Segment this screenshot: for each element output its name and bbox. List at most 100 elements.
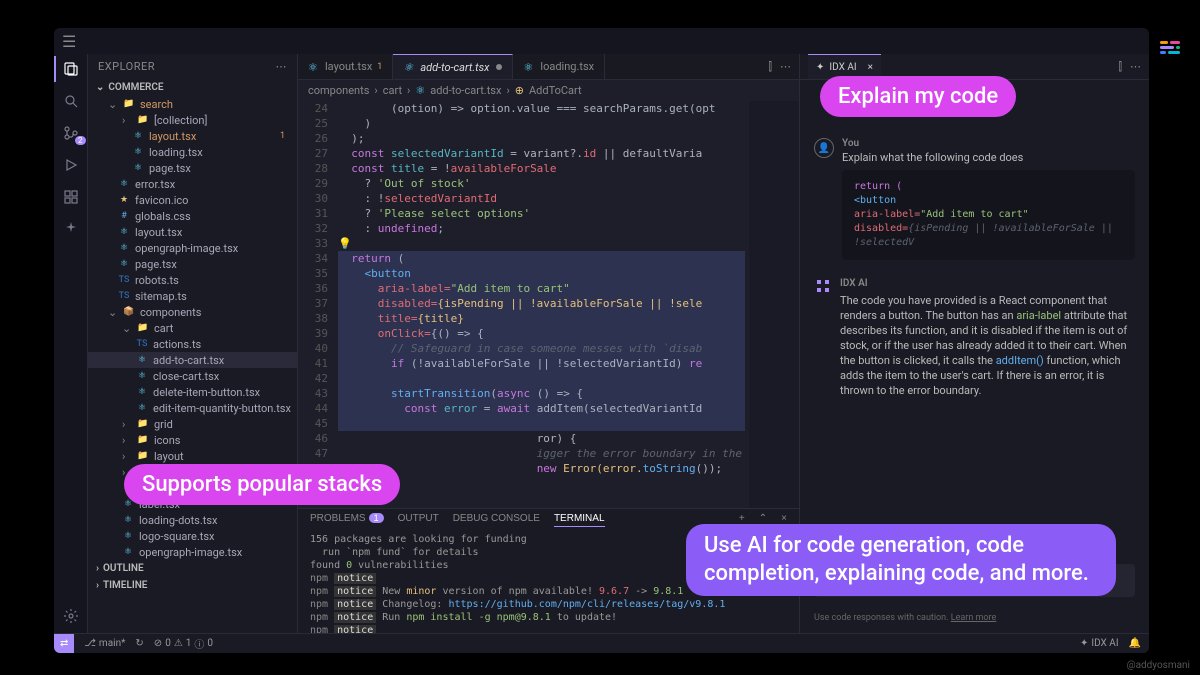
sparkle-icon: ✦ [816,62,824,73]
callout-stacks: Supports popular stacks [124,464,400,505]
titlebar: ☰ [54,28,1149,54]
file-page-tsx-2[interactable]: ⚛page.tsx [88,256,297,272]
react-icon: ⚛ [136,354,148,366]
file-close-cart[interactable]: ⚛close-cart.tsx [88,368,297,384]
file-loading-tsx[interactable]: ⚛loading.tsx [88,144,297,160]
file-tree: ⌄COMMERCE ⌄📁search ›📁[collection] ⚛layou… [88,79,297,633]
outline-section[interactable]: ›OUTLINE [88,560,297,577]
ai-user-label: You [842,138,1135,149]
folder-components[interactable]: ⌄📦components [88,304,297,320]
file-edit-item[interactable]: ⚛edit-item-quantity-button.tsx [88,400,297,416]
folder-search[interactable]: ⌄📁search [88,96,297,112]
folder-icon: 📦 [123,306,135,318]
ts-icon: TS [118,290,130,302]
file-loading-dots[interactable]: ⚛loading-dots.tsx [88,512,297,528]
layout-icon[interactable]: ⫿ [1118,60,1122,74]
react-icon: ⚛ [122,530,134,542]
explorer-icon[interactable] [62,60,80,78]
file-add-to-cart[interactable]: ⚛add-to-cart.tsx [88,352,297,368]
notifications-icon[interactable]: 🔔 [1129,638,1141,649]
folder-grid[interactable]: ›📁grid [88,416,297,432]
explorer-title: EXPLORER [98,60,155,73]
code-editor[interactable]: 2425262728293031323334353637383940414243… [298,101,799,508]
react-icon: ⚛ [132,130,144,142]
idx-ai-status[interactable]: ✦ IDX AI [1080,638,1119,649]
react-icon: ⚛ [136,386,148,398]
source-control-icon[interactable]: 2 [62,124,80,142]
react-icon: ⚛ [523,61,535,73]
more-icon[interactable]: ⋯ [1130,60,1141,73]
editor-tabs: ⚛layout.tsx1 ⚛add-to-cart.tsx ⚛loading.t… [298,54,799,80]
folder-layout[interactable]: ›📁layout [88,448,297,464]
sync-button[interactable]: ↻ [135,638,143,649]
react-icon: ⚛ [122,514,134,526]
callout-ai: Use AI for code generation, code complet… [686,524,1116,596]
tab-loading[interactable]: ⚛loading.tsx [513,54,605,79]
ai-icon[interactable] [62,220,80,238]
folder-icon: 📁 [123,98,135,110]
extensions-icon[interactable] [62,188,80,206]
file-layout-tsx[interactable]: ⚛layout.tsx1 [88,128,297,144]
line-gutter: 2425262728293031323334353637383940414243… [298,101,338,508]
debug-icon[interactable] [62,156,80,174]
remote-indicator[interactable]: ⇄ [54,634,74,653]
file-page-tsx[interactable]: ⚛page.tsx [88,160,297,176]
tab-problems[interactable]: PROBLEMS1 [310,513,384,527]
react-icon: ⚛ [118,226,130,238]
timeline-section[interactable]: ›TIMELINE [88,577,297,594]
ai-caution: Use code responses with caution. Learn m… [814,613,1135,623]
file-sitemap[interactable]: TSsitemap.ts [88,288,297,304]
user-avatar-icon: 👤 [814,138,834,158]
activity-bar: 2 [54,54,88,633]
settings-icon[interactable] [62,607,80,625]
problems-status[interactable]: ⊘ 0 ⚠ 1 ⓘ 0 [154,636,213,651]
tab-terminal[interactable]: TERMINAL [554,513,605,527]
code-content[interactable]: (option) => option.value === searchParam… [338,101,745,508]
tab-layout[interactable]: ⚛layout.tsx1 [298,54,393,79]
ai-code-block: return ( <button aria-label="Add item to… [842,170,1135,260]
ts-icon: TS [118,274,130,286]
folder-cart[interactable]: ⌄📁cart [88,320,297,336]
tab-output[interactable]: OUTPUT [398,513,439,527]
bot-icon [814,276,832,296]
sidebar-header: EXPLORER ⋯ [88,54,297,79]
close-icon[interactable]: × [868,62,873,73]
folder-icon: 📁 [137,114,149,126]
file-layout-tsx-2[interactable]: ⚛layout.tsx [88,224,297,240]
search-icon[interactable] [62,92,80,110]
file-globals-css[interactable]: #globals.css [88,208,297,224]
git-branch[interactable]: ⎇ main* [84,638,125,649]
file-og-image[interactable]: ⚛opengraph-image.tsx [88,240,297,256]
file-favicon[interactable]: ★favicon.ico [88,192,297,208]
file-og-image-2[interactable]: ⚛opengraph-image.tsx [88,544,297,560]
file-logo-square[interactable]: ⚛logo-square.tsx [88,528,297,544]
menu-icon[interactable]: ☰ [62,32,76,51]
more-icon[interactable]: ⋯ [780,60,791,73]
file-error-tsx[interactable]: ⚛error.tsx [88,176,297,192]
react-icon: ⚛ [132,162,144,174]
tab-add-to-cart[interactable]: ⚛add-to-cart.tsx [393,54,513,79]
file-robots[interactable]: TSrobots.ts [88,272,297,288]
folder-icon: 📁 [137,322,149,334]
ai-user-text: Explain what the following code does [842,151,1135,164]
react-icon: ⚛ [118,258,130,270]
folder-icon: 📁 [137,450,149,462]
tab-debug-console[interactable]: DEBUG CONSOLE [453,513,540,527]
folder-icons[interactable]: ›📁icons [88,432,297,448]
breadcrumbs[interactable]: components› cart› ⚛add-to-cart.tsx› ⊕Add… [298,80,799,101]
file-delete-item[interactable]: ⚛delete-item-button.tsx [88,384,297,400]
tree-root[interactable]: ⌄COMMERCE [88,79,297,96]
file-actions[interactable]: TSactions.ts [88,336,297,352]
more-icon[interactable]: ⋯ [276,60,288,73]
star-icon: ★ [118,194,130,206]
ai-user-message: 👤 You Explain what the following code do… [814,138,1135,260]
folder-collection[interactable]: ›📁[collection] [88,112,297,128]
react-icon: ⚛ [136,370,148,382]
scm-badge: 2 [75,136,86,145]
split-editor-icon[interactable]: ⫿ [768,60,772,74]
callout-explain: Explain my code [820,76,1016,117]
css-icon: # [118,210,130,222]
react-icon: ⚛ [118,178,130,190]
learn-more-link[interactable]: Learn more [951,613,997,623]
minimap[interactable] [749,101,799,508]
